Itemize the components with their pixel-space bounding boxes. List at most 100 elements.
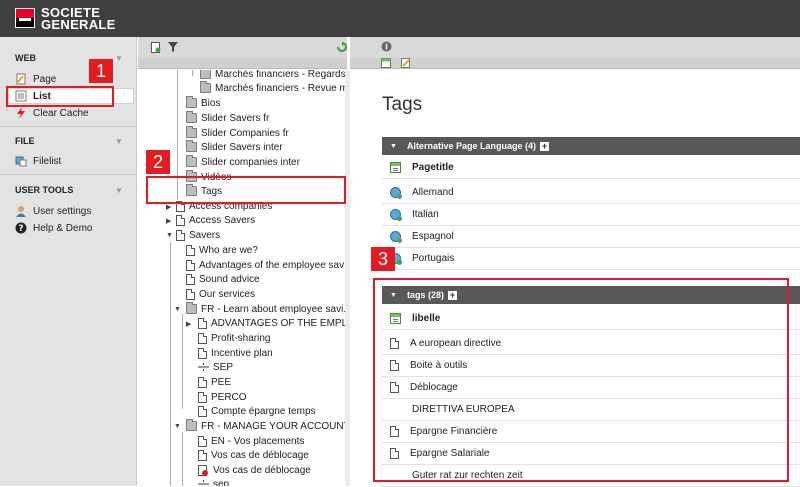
callout-box-2 <box>146 176 346 204</box>
tree-item[interactable]: PEE <box>198 375 231 389</box>
module-filelist[interactable]: Filelist <box>15 153 125 169</box>
chevron-down-icon[interactable]: ▼ <box>115 137 123 146</box>
page-icon <box>186 288 195 300</box>
tree-item[interactable]: Savers <box>176 228 220 242</box>
section-header-alt-language[interactable]: ▼ Alternative Page Language (4) + <box>382 137 800 155</box>
folder-icon <box>186 155 197 167</box>
tree-item[interactable]: Incentive plan <box>198 346 273 360</box>
page-title: Tags <box>382 94 423 115</box>
tree-item[interactable]: Access Savers <box>176 213 255 227</box>
page-icon <box>186 273 195 285</box>
new-page-icon[interactable] <box>151 42 161 56</box>
folder-icon <box>186 302 197 314</box>
tree-item-label: Access Savers <box>189 214 256 226</box>
tree-item[interactable]: Profit-sharing <box>198 331 270 345</box>
tree-toolbar <box>138 37 347 58</box>
language-icon <box>390 187 402 199</box>
module-page-label: Page <box>33 73 57 85</box>
expand-icon[interactable]: ▶ <box>186 320 191 328</box>
tree-item[interactable]: PERCO <box>198 390 247 404</box>
tree-item[interactable]: Slider Companies fr <box>186 126 289 140</box>
divider-icon <box>198 362 209 372</box>
tree-item[interactable]: SEP <box>198 360 233 374</box>
page-tree: Marchés financiers - Regards s Marchés f… <box>138 70 347 486</box>
column-header-label: Pagetitle <box>412 162 454 173</box>
page-icon <box>15 73 27 85</box>
brand-name-line2: GENERALE <box>41 17 116 32</box>
folder-icon <box>186 111 197 123</box>
tree-item[interactable]: ADVANTAGES OF THE EMPLOY <box>198 316 347 330</box>
info-icon[interactable]: i <box>381 41 392 55</box>
collapse-icon[interactable]: ▼ <box>166 232 173 239</box>
tree-item[interactable]: Who are we? <box>186 243 258 257</box>
tree-item[interactable]: Advantages of the employee sav <box>186 258 344 272</box>
module-clear-cache[interactable]: Clear Cache <box>15 105 125 121</box>
expand-icon[interactable]: ▶ <box>166 217 171 225</box>
help-icon: ? <box>15 222 27 234</box>
page-icon <box>198 391 207 403</box>
table-row[interactable]: Portugais <box>382 248 800 270</box>
module-group-user-tools[interactable]: USER TOOLS <box>15 185 73 195</box>
filter-icon[interactable] <box>168 42 178 55</box>
tree-item[interactable]: FR - Learn about employee savi.. <box>186 302 347 316</box>
folder-icon <box>200 70 211 79</box>
divider <box>0 174 137 175</box>
refresh-icon[interactable] <box>337 41 347 55</box>
tree-item-label: Incentive plan <box>211 347 273 359</box>
tree-item-label: Compte épargne temps <box>211 405 316 417</box>
page-icon <box>176 229 185 241</box>
tree-item[interactable]: Our services <box>186 287 255 301</box>
page-icon <box>198 317 207 329</box>
tree-item-label: Slider Companies fr <box>201 127 289 139</box>
folder-icon <box>186 126 197 138</box>
chevron-down-icon[interactable]: ▼ <box>115 186 123 195</box>
column-header[interactable]: Pagetitle <box>382 157 800 179</box>
module-help-label: Help & Demo <box>33 222 93 234</box>
collapse-icon[interactable]: ▼ <box>174 306 181 313</box>
module-group-file[interactable]: FILE <box>15 136 35 146</box>
table-row[interactable]: Italian <box>382 204 800 226</box>
folder-icon <box>200 81 211 93</box>
row-label: Italian <box>412 209 439 220</box>
callout-number-1: 1 <box>89 59 113 83</box>
folder-icon <box>186 140 197 152</box>
callout-box-3 <box>373 278 789 482</box>
tree-item-label: Slider Savers fr <box>201 112 270 124</box>
tree-item-label: FR - MANAGE YOUR ACCOUNT <box>201 420 347 432</box>
module-group-web[interactable]: WEB <box>15 53 36 63</box>
page-icon <box>198 405 207 417</box>
tree-item[interactable]: Slider companies inter <box>186 155 300 169</box>
tree-item-label: ADVANTAGES OF THE EMPLOY <box>211 317 347 329</box>
expand-icon[interactable]: ▶ <box>166 203 171 211</box>
chevron-down-icon[interactable]: ▼ <box>115 54 123 63</box>
add-icon[interactable]: + <box>539 141 549 151</box>
tree-item[interactable]: EN - Vos placements <box>198 434 304 448</box>
tree-item-label: Vos cas de déblocage <box>211 449 309 461</box>
tree-item[interactable]: sep <box>198 477 229 486</box>
module-user-settings[interactable]: User settings <box>15 203 125 219</box>
table-row[interactable]: Allemand <box>382 182 800 204</box>
tree-item[interactable]: Bios <box>186 96 220 110</box>
tree-item-label: Savers <box>189 229 221 241</box>
language-icon <box>390 231 402 243</box>
page-icon <box>186 259 195 271</box>
tree-item[interactable]: Compte épargne temps <box>198 404 316 418</box>
page-icon <box>198 435 207 447</box>
tree-item[interactable]: Vos cas de déblocage <box>198 448 309 462</box>
table-icon <box>390 162 401 173</box>
table-row[interactable]: Espagnol <box>382 226 800 248</box>
module-help[interactable]: ? Help & Demo <box>15 220 125 236</box>
tree-subheader <box>138 58 347 69</box>
tree-item[interactable]: Vos cas de déblocage <box>198 463 311 477</box>
collapse-icon[interactable]: ▼ <box>390 143 397 150</box>
module-filelist-label: Filelist <box>33 155 62 167</box>
tree-item[interactable]: FR - MANAGE YOUR ACCOUNT <box>186 419 347 433</box>
collapse-icon[interactable]: ▼ <box>174 423 181 430</box>
divider <box>0 126 137 127</box>
svg-text:i: i <box>385 43 388 52</box>
tree-item[interactable]: Sound advice <box>186 272 260 286</box>
tree-item[interactable]: Slider Savers inter <box>186 140 283 154</box>
tree-item[interactable]: Marchés financiers - Revue m <box>200 81 347 95</box>
tree-item[interactable]: Slider Savers fr <box>186 111 269 125</box>
tree-item[interactable]: Marchés financiers - Regards s <box>200 70 347 81</box>
